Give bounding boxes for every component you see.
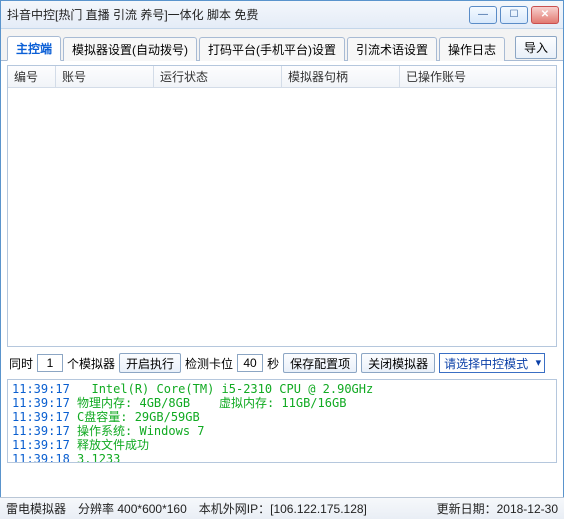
log-line: 11:39:17 物理内存: 4GB/8GB 虚拟内存: 11GB/16GB: [12, 396, 552, 410]
main-content: 编号 账号 运行状态 模拟器句柄 已操作账号 同时 个模拟器 开启执行 检测卡位…: [1, 61, 563, 463]
tab-emulator-settings[interactable]: 模拟器设置(自动拨号): [63, 37, 197, 61]
close-emulator-button[interactable]: 关闭模拟器: [361, 353, 435, 373]
table-header: 编号 账号 运行状态 模拟器句柄 已操作账号: [8, 66, 556, 88]
save-config-button[interactable]: 保存配置项: [283, 353, 357, 373]
detect-input[interactable]: [237, 354, 263, 372]
data-table: 编号 账号 运行状态 模拟器句柄 已操作账号: [7, 65, 557, 347]
statusbar: 雷电模拟器 分辨率 400*600*160 本机外网IP：[106.122.17…: [0, 497, 564, 519]
col-account[interactable]: 账号: [56, 66, 154, 87]
minimize-button[interactable]: —: [469, 6, 497, 24]
tab-main[interactable]: 主控端: [7, 36, 61, 61]
log-line: 11:39:18 3.1233: [12, 452, 552, 463]
window-buttons: — ☐ ✕: [469, 6, 559, 24]
close-button[interactable]: ✕: [531, 6, 559, 24]
col-operated[interactable]: 已操作账号: [400, 66, 556, 87]
sametime-input[interactable]: [37, 354, 63, 372]
table-body: [8, 88, 556, 346]
detect-prefix: 检测卡位: [185, 355, 233, 372]
tab-captcha-settings[interactable]: 打码平台(手机平台)设置: [199, 37, 345, 61]
start-button[interactable]: 开启执行: [119, 353, 181, 373]
import-button[interactable]: 导入: [515, 36, 557, 59]
detect-suffix: 秒: [267, 355, 279, 372]
tab-drain-terms[interactable]: 引流术语设置: [347, 37, 437, 61]
log-line: 11:39:17 C盘容量: 29GB/59GB: [12, 410, 552, 424]
mode-select[interactable]: 请选择中控模式: [439, 353, 545, 373]
tabs-row: 主控端 模拟器设置(自动拨号) 打码平台(手机平台)设置 引流术语设置 操作日志…: [1, 29, 563, 61]
status-res: 分辨率 400*600*160: [78, 500, 187, 517]
status-ip: 本机外网IP：[106.122.175.128]: [199, 500, 367, 517]
sametime-suffix: 个模拟器: [67, 355, 115, 372]
col-id[interactable]: 编号: [8, 66, 56, 87]
log-panel: 11:39:17 Intel(R) Core(TM) i5-2310 CPU @…: [7, 379, 557, 463]
sametime-prefix: 同时: [9, 355, 33, 372]
tab-op-log[interactable]: 操作日志: [439, 37, 505, 61]
col-handle[interactable]: 模拟器句柄: [282, 66, 400, 87]
log-line: 11:39:17 Intel(R) Core(TM) i5-2310 CPU @…: [12, 382, 552, 396]
log-line: 11:39:17 操作系统: Windows 7: [12, 424, 552, 438]
status-date: 更新日期：2018-12-30: [437, 500, 558, 517]
controls-row: 同时 个模拟器 开启执行 检测卡位 秒 保存配置项 关闭模拟器 请选择中控模式: [7, 347, 557, 379]
col-status[interactable]: 运行状态: [154, 66, 282, 87]
log-line: 11:39:17 释放文件成功: [12, 438, 552, 452]
titlebar: 抖音中控[热门 直播 引流 养号]一体化 脚本 免费 — ☐ ✕: [1, 1, 563, 29]
status-emulator: 雷电模拟器: [6, 500, 66, 517]
window-title: 抖音中控[热门 直播 引流 养号]一体化 脚本 免费: [7, 6, 469, 23]
maximize-button[interactable]: ☐: [500, 6, 528, 24]
